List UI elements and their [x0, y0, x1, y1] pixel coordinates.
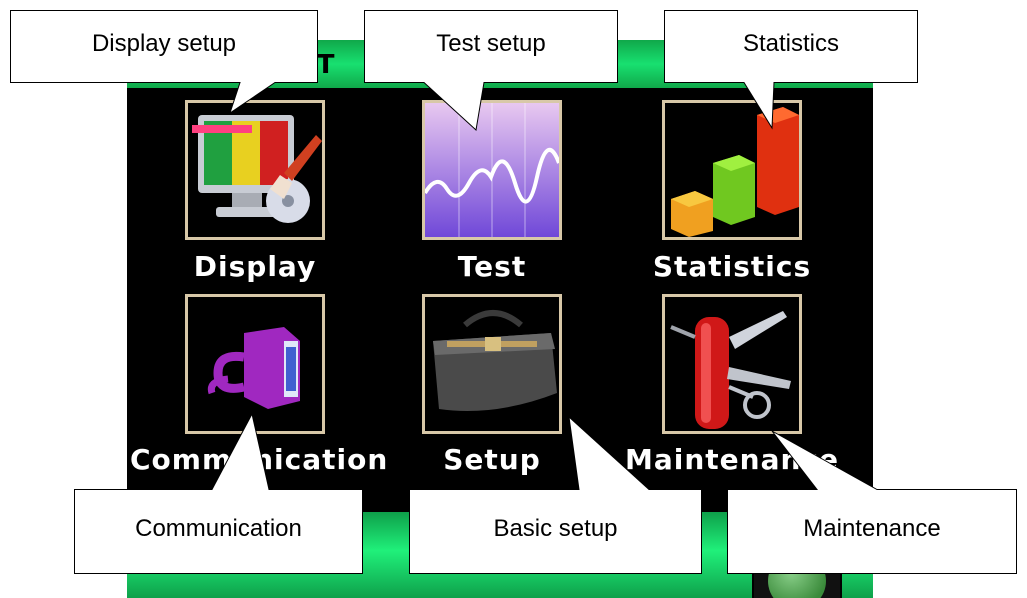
callout-maintenance-text: Maintenance	[803, 515, 941, 542]
callout-basic-setup-text: Basic setup	[493, 515, 618, 542]
test-label: Test	[457, 250, 527, 283]
callout-test-text: Test setup	[436, 30, 546, 57]
callout-display-setup: Display setup	[10, 10, 318, 115]
tool-bag-icon	[433, 310, 557, 411]
serial-connector-icon	[207, 327, 300, 409]
communication-tile[interactable]	[185, 294, 325, 434]
callout-communication-text: Communication	[135, 515, 302, 542]
callout-display-shape	[10, 10, 318, 115]
callout-maintenance: Maintenance	[727, 430, 1017, 574]
setup-tile[interactable]	[422, 294, 562, 434]
maintenance-tile[interactable]	[662, 294, 802, 434]
callout-basic-setup: Basic setup	[409, 415, 702, 574]
callout-display-text: Display setup	[91, 30, 237, 57]
callout-communication: Communication	[74, 412, 363, 574]
callout-statistics-text: Statistics	[742, 30, 840, 57]
multitool-icon	[670, 311, 791, 429]
display-label: Display	[193, 250, 317, 283]
callout-test-setup: Test setup	[364, 10, 618, 131]
statistics-label: Statistics	[652, 250, 812, 283]
callout-statistics: Statistics	[664, 10, 918, 130]
